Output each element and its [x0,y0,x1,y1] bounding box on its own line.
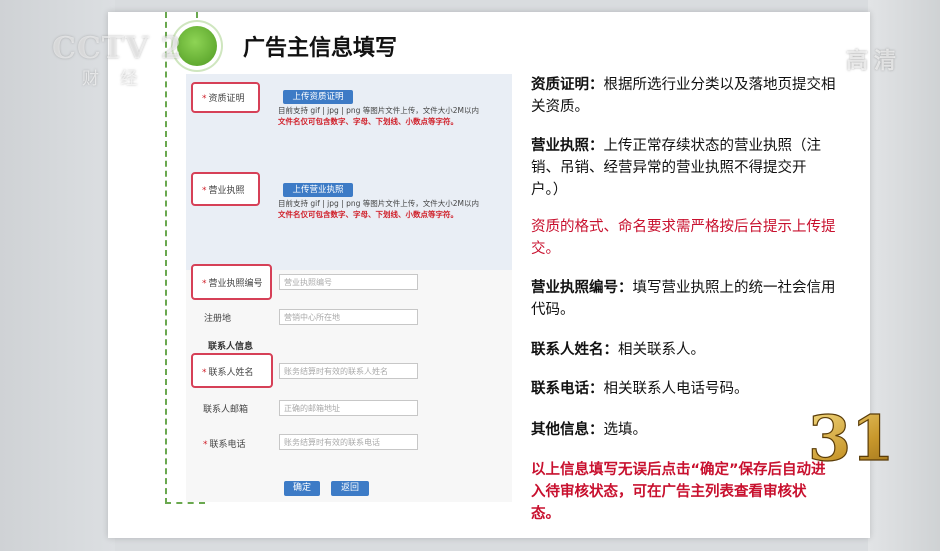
green-circle-icon [177,26,217,66]
upload-license-button[interactable]: 上传营业执照 [283,183,353,197]
qualification-naming-hint: 文件名仅可包含数字、字母、下划线、小数点等字符。 [278,117,458,126]
other-desc-title: 其他信息： [531,422,604,438]
qualification-label: 资质证明 [208,94,245,104]
qualification-description: 资质证明：根据所选行业分类以及落地页提交相关资质。 [531,74,837,118]
required-star: * [203,440,208,450]
contact-phone-desc-text: 相关联系人电话号码。 [603,381,749,397]
contact-name-description: 联系人姓名：相关联系人。 [531,339,837,361]
qualification-desc-title: 资质证明： [531,77,604,93]
contact-email-input[interactable]: 正确的邮箱地址 [279,400,418,416]
qualification-label-box: * 资质证明 [191,82,260,113]
contact-email-label: 联系人邮箱 [203,405,249,415]
license-label-box: * 营业执照 [191,172,260,206]
cctv-logo: CCTV 2 [52,31,183,66]
back-button[interactable]: 返回 [331,481,369,496]
315-logo: 315 [807,401,896,475]
contact-name-input[interactable]: 账务结算时有效的联系人姓名 [279,363,418,379]
contact-phone-label: 联系电话 [209,440,246,450]
315-logo-text: 315 [808,402,896,475]
contact-phone-input[interactable]: 账务结算时有效的联系电话 [279,434,418,450]
contact-phone-label-row: * 联系电话 [203,437,246,450]
contact-phone-desc-title: 联系电话： [531,381,604,397]
upload-qualification-button[interactable]: 上传资质证明 [283,90,353,104]
contact-section-title: 联系人信息 [208,342,254,352]
license-number-desc-title: 营业执照编号： [531,280,633,296]
contact-name-desc-title: 联系人姓名： [531,342,618,358]
license-number-description: 营业执照编号：填写营业执照上的统一社会信用代码。 [531,277,837,321]
other-desc-text: 选填。 [603,422,648,438]
slide-title: 广告主信息填写 [243,36,398,61]
registered-address-label: 注册地 [204,314,232,324]
hd-label: 高清 [846,49,903,74]
license-number-label-box: * 营业执照编号 [191,264,272,300]
confirm-button[interactable]: 确定 [284,481,320,496]
license-format-hint: 目前支持 gif | jpg | png 等图片文件上传，文件大小2M以内 [278,199,479,208]
license-number-label: 营业执照编号 [208,279,263,289]
required-star: * [202,186,207,196]
required-star: * [202,368,207,378]
other-info-description: 其他信息：选填。 [531,419,837,441]
qualification-format-hint: 目前支持 gif | jpg | png 等图片文件上传，文件大小2M以内 [278,106,479,115]
required-star: * [202,279,207,289]
final-note: 以上信息填写无误后点击“确定”保存后自动进入待审核状态，可在广告主列表查看审核状… [531,462,826,522]
contact-name-label-box: * 联系人姓名 [191,353,273,388]
license-desc-title: 营业执照： [531,138,604,154]
license-description: 营业执照：上传正常存续状态的营业执照（注销、吊销、经营异常的营业执照不得提交开户… [531,135,831,201]
contact-phone-description: 联系电话：相关联系人电话号码。 [531,378,837,400]
format-note: 资质的格式、命名要求需严格按后台提示上传提交。 [531,219,836,257]
license-number-input[interactable]: 营业执照编号 [279,274,418,290]
channel-subtitle: 财 经 [82,69,146,89]
contact-name-label: 联系人姓名 [208,368,254,378]
registered-address-input[interactable]: 营销中心所在地 [279,309,418,325]
license-naming-hint: 文件名仅可包含数字、字母、下划线、小数点等字符。 [278,210,458,219]
required-star: * [202,94,207,104]
contact-name-desc-text: 相关联系人。 [618,342,705,358]
license-label: 营业执照 [208,186,245,196]
